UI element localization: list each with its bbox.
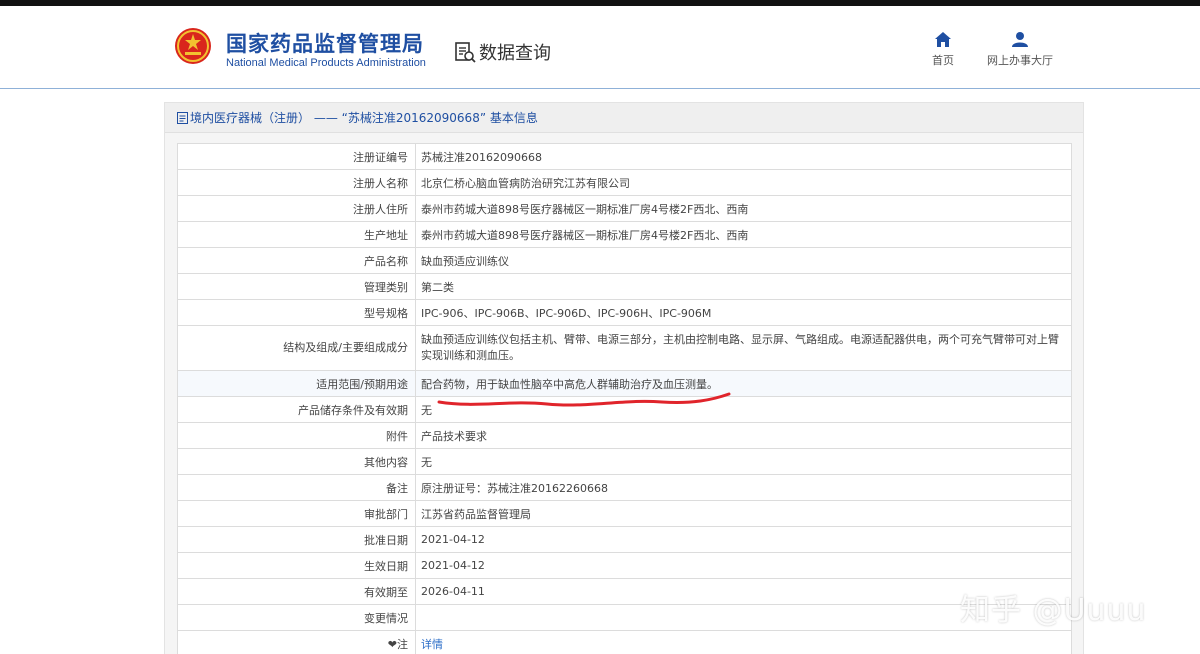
row-label: 生产地址	[177, 221, 416, 248]
row-value: 泰州市药城大道898号医疗器械区一期标准厂房4号楼2F西北、西南	[415, 195, 1072, 222]
user-icon	[1012, 32, 1028, 47]
national-emblem-icon[interactable]	[173, 26, 213, 66]
nav-online-hall-label: 网上办事大厅	[987, 54, 1053, 67]
table-row: 结构及组成/主要组成成分 缺血预适应训练仪包括主机、臂带、电源三部分，主机由控制电…	[177, 325, 1072, 371]
table-row: 管理类别 第二类	[177, 273, 1072, 300]
row-label: 备注	[177, 474, 416, 501]
row-label: 型号规格	[177, 299, 416, 326]
table-row: 其他内容无	[177, 448, 1072, 475]
table-row: 产品名称 缺血预适应训练仪	[177, 247, 1072, 274]
row-value: 2021-04-12	[415, 526, 1072, 553]
nav-home-label: 首页	[932, 54, 954, 67]
row-label: 注册证编号	[177, 143, 416, 170]
data-query-title: 数据查询	[454, 39, 551, 65]
row-label: 变更情况	[177, 604, 416, 631]
row-label: 批准日期	[177, 526, 416, 553]
red-underline-annotation	[437, 392, 731, 407]
table-row: 备注 原注册证号：苏械注准20162260668	[177, 474, 1072, 501]
row-value: 原注册证号：苏械注准20162260668	[415, 474, 1072, 501]
table-row: 注册人住所 泰州市药城大道898号医疗器械区一期标准厂房4号楼2F西北、西南	[177, 195, 1072, 222]
row-label: 审批部门	[177, 500, 416, 527]
row-value: 江苏省药品监督管理局	[415, 500, 1072, 527]
row-value: 苏械注准20162090668	[415, 143, 1072, 170]
row-label: 管理类别	[177, 273, 416, 300]
row-label: 其他内容	[177, 448, 416, 475]
table-row: 有效期至 2026-04-11	[177, 578, 1072, 605]
document-search-icon	[455, 42, 476, 63]
row-label: 生效日期	[177, 552, 416, 579]
table-row: 生产地址 泰州市药城大道898号医疗器械区一期标准厂房4号楼2F西北、西南	[177, 221, 1072, 248]
table-row: ❤注 详情	[177, 630, 1072, 654]
row-value: 泰州市药城大道898号医疗器械区一期标准厂房4号楼2F西北、西南	[415, 221, 1072, 248]
zhihu-watermark: 知乎 @Uuuu	[960, 593, 1147, 628]
row-value: 无	[415, 448, 1072, 475]
panel-title: 境内医疗器械（注册） —— “苏械注准20162090668” 基本信息	[165, 103, 1083, 133]
note-heart-icon: ❤	[387, 637, 397, 651]
row-label: 产品名称	[177, 247, 416, 274]
row-label: 产品储存条件及有效期	[177, 396, 416, 423]
row-value: 2021-04-12	[415, 552, 1072, 579]
row-value: 产品技术要求	[415, 422, 1072, 449]
data-query-label: 数据查询	[479, 43, 551, 64]
row-value: IPC-906、IPC-906B、IPC-906D、IPC-906H、IPC-9…	[415, 299, 1072, 326]
table-row: 生效日期 2021-04-12	[177, 552, 1072, 579]
details-link[interactable]: 详情	[415, 630, 1072, 654]
nav-home[interactable]: 首页	[928, 32, 958, 68]
home-icon	[935, 32, 951, 47]
row-label: 适用范围/预期用途	[177, 370, 416, 397]
header-divider	[0, 88, 1200, 89]
row-value: 缺血预适应训练仪	[415, 247, 1072, 274]
row-value: 第二类	[415, 273, 1072, 300]
table-row: 附件 产品技术要求	[177, 422, 1072, 449]
row-label: 注册人住所	[177, 195, 416, 222]
row-label: 附件	[177, 422, 416, 449]
row-value: 缺血预适应训练仪包括主机、臂带、电源三部分，主机由控制电路、显示屏、气路组成。电…	[415, 325, 1072, 371]
row-label: 结构及组成/主要组成成分	[177, 325, 416, 371]
table-row: 注册人名称 北京仁桥心脑血管病防治研究江苏有限公司	[177, 169, 1072, 196]
row-label: 有效期至	[177, 578, 416, 605]
table-row: 注册证编号 苏械注准20162090668	[177, 143, 1072, 170]
row-label: 注册人名称	[177, 169, 416, 196]
brand-chinese-name[interactable]: 国家药品监督管理局	[226, 28, 424, 58]
table-row: 批准日期 2021-04-12	[177, 526, 1072, 553]
brand-english-name[interactable]: National Medical Products Administration	[226, 57, 426, 69]
info-panel: 境内医疗器械（注册） —— “苏械注准20162090668” 基本信息 注册证…	[164, 102, 1084, 654]
document-icon	[177, 111, 188, 124]
table-row: 变更情况	[177, 604, 1072, 631]
panel-title-text: 境内医疗器械（注册） —— “苏械注准20162090668” 基本信息	[190, 110, 538, 125]
row-label: ❤注	[177, 630, 416, 654]
site-header: 国家药品监督管理局 National Medical Products Admi…	[0, 6, 1200, 88]
nav-online-hall[interactable]: 网上办事大厅	[985, 32, 1055, 68]
row-value: 北京仁桥心脑血管病防治研究江苏有限公司	[415, 169, 1072, 196]
table-row: 审批部门 江苏省药品监督管理局	[177, 500, 1072, 527]
table-row: 型号规格 IPC-906、IPC-906B、IPC-906D、IPC-906H、I…	[177, 299, 1072, 326]
